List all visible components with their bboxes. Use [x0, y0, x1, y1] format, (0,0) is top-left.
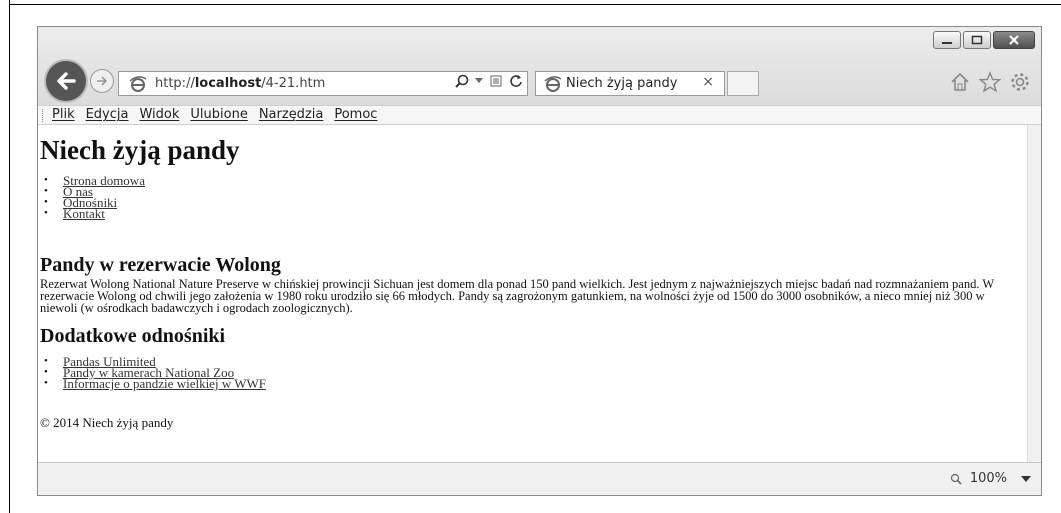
- menu-widok[interactable]: Widok: [139, 107, 179, 122]
- section-paragraph: Rezerwat Wolong National Nature Preserve…: [40, 277, 994, 315]
- maximize-icon: [971, 35, 983, 45]
- browser-window: http://localhost/4-21.htm Niech żyją pan…: [37, 26, 1042, 496]
- address-url[interactable]: http://localhost/4-21.htm: [155, 76, 325, 91]
- settings-gear-icon[interactable]: [1009, 71, 1031, 93]
- list-item: Kontakt: [40, 206, 145, 221]
- url-host: localhost: [194, 76, 262, 91]
- address-bar[interactable]: http://localhost/4-21.htm: [118, 71, 528, 96]
- close-window-button[interactable]: [993, 31, 1035, 49]
- section-heading-wolong: Pandy w rezerwacie Wolong: [40, 254, 281, 276]
- maximize-button[interactable]: [963, 31, 991, 49]
- section-heading-extra-links: Dodatkowe odnośniki: [40, 325, 226, 347]
- compatibility-view-icon[interactable]: [489, 74, 503, 88]
- menu-ulubione[interactable]: Ulubione: [190, 107, 247, 122]
- window-controls: [931, 31, 1035, 49]
- nav-link-contact[interactable]: Kontakt: [63, 206, 105, 221]
- browser-chrome: http://localhost/4-21.htm Niech żyją pan…: [38, 27, 1041, 105]
- address-tools: [455, 74, 523, 88]
- menu-grip: [42, 109, 45, 122]
- url-prefix: http://: [155, 76, 195, 91]
- dropdown-arrow-icon[interactable]: [475, 78, 483, 84]
- zoom-control[interactable]: 100%: [950, 471, 1031, 486]
- tab-ie-icon: [544, 76, 562, 92]
- tab-title: Niech żyją pandy: [566, 76, 678, 91]
- menu-edycja[interactable]: Edycja: [86, 107, 129, 122]
- zoom-magnifier-icon: [950, 473, 962, 485]
- page-footer: © 2014 Niech żyją pandy: [40, 415, 174, 430]
- page-content: Niech żyją pandy Strona domowa O nas Odn…: [38, 125, 1027, 462]
- menu-items: Plik Edycja Widok Ulubione Narzędzia Pom…: [52, 107, 377, 122]
- minimize-icon: [942, 42, 952, 44]
- menu-narzedzia[interactable]: Narzędzia: [259, 107, 324, 122]
- extra-link-wwf[interactable]: Informacje o pandzie wielkiej w WWF: [63, 376, 266, 391]
- minimize-button[interactable]: [933, 31, 961, 49]
- page-frame-top: [9, 4, 1061, 5]
- nav-list: Strona domowa O nas Odnośniki Kontakt: [40, 174, 145, 221]
- active-tab[interactable]: Niech żyją pandy ×: [535, 71, 725, 96]
- back-button[interactable]: [46, 61, 86, 101]
- zoom-dropdown-icon[interactable]: [1021, 475, 1031, 482]
- status-bar: 100%: [38, 462, 1041, 495]
- ie-page-icon: [129, 76, 147, 92]
- close-icon: [1009, 35, 1019, 45]
- tab-close-icon[interactable]: ×: [702, 74, 714, 90]
- new-tab-button[interactable]: [727, 71, 759, 96]
- zoom-level: 100%: [969, 471, 1007, 486]
- home-icon[interactable]: [949, 71, 971, 93]
- favorites-star-icon[interactable]: [979, 71, 1001, 93]
- forward-arrow-icon: [97, 76, 108, 86]
- refresh-icon[interactable]: [509, 74, 523, 88]
- page-frame-left: [9, 0, 10, 513]
- url-path: /4-21.htm: [261, 76, 326, 91]
- extra-links-list: Pandas Unlimited Pandy w kamerach Nation…: [40, 355, 266, 391]
- list-item: Informacje o pandzie wielkiej w WWF: [40, 376, 266, 391]
- menu-pomoc[interactable]: Pomoc: [334, 107, 377, 122]
- search-icon[interactable]: [455, 74, 469, 88]
- forward-button[interactable]: [90, 69, 114, 93]
- menu-plik[interactable]: Plik: [52, 107, 75, 122]
- menu-bar: Plik Edycja Widok Ulubione Narzędzia Pom…: [38, 105, 1041, 125]
- vertical-scrollbar[interactable]: [1027, 125, 1041, 462]
- toolbar-right-icons: [949, 71, 1031, 93]
- back-arrow-icon: [57, 72, 76, 90]
- page-title: Niech żyją pandy: [40, 135, 240, 165]
